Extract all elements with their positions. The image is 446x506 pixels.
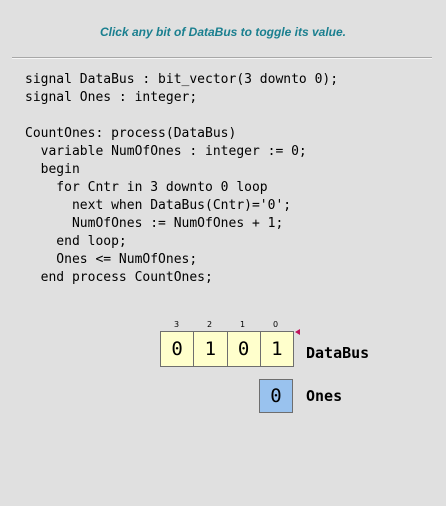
bit-index-2: 2 — [206, 320, 213, 329]
vhdl-code: signal DataBus : bit_vector(3 downto 0);… — [25, 71, 338, 287]
code-line: variable NumOfOnes : integer := 0; — [25, 144, 307, 159]
code-line: CountOnes: process(DataBus) — [25, 126, 237, 141]
databus-bit-1[interactable]: 0 — [226, 332, 260, 366]
code-line: begin — [25, 162, 80, 177]
ones-label: Ones — [306, 387, 343, 405]
code-line: end loop; — [25, 234, 127, 249]
divider — [12, 57, 432, 59]
databus-bit-3[interactable]: 0 — [161, 332, 193, 366]
databus-bit-0[interactable]: 1 — [259, 332, 293, 366]
databus-register: 0 1 0 1 — [160, 331, 294, 367]
code-line: signal DataBus : bit_vector(3 downto 0); — [25, 72, 339, 87]
code-line: end process CountOnes; — [25, 270, 213, 285]
ones-value: 0 — [259, 379, 293, 413]
code-line: NumOfOnes := NumOfOnes + 1; — [25, 216, 284, 231]
bit-pointer-icon — [295, 329, 300, 335]
instruction-text: Click any bit of DataBus to toggle its v… — [99, 25, 347, 39]
databus-bit-2[interactable]: 1 — [193, 332, 226, 366]
bit-index-3: 3 — [173, 320, 180, 329]
code-line: signal Ones : integer; — [25, 90, 198, 105]
code-line: Ones <= NumOfOnes; — [25, 252, 198, 267]
databus-label: DataBus — [306, 344, 370, 362]
code-line: next when DataBus(Cntr)='0'; — [25, 198, 292, 213]
bit-index-1: 1 — [239, 320, 246, 329]
code-line: for Cntr in 3 downto 0 loop — [25, 180, 268, 195]
bit-index-0: 0 — [272, 320, 279, 329]
